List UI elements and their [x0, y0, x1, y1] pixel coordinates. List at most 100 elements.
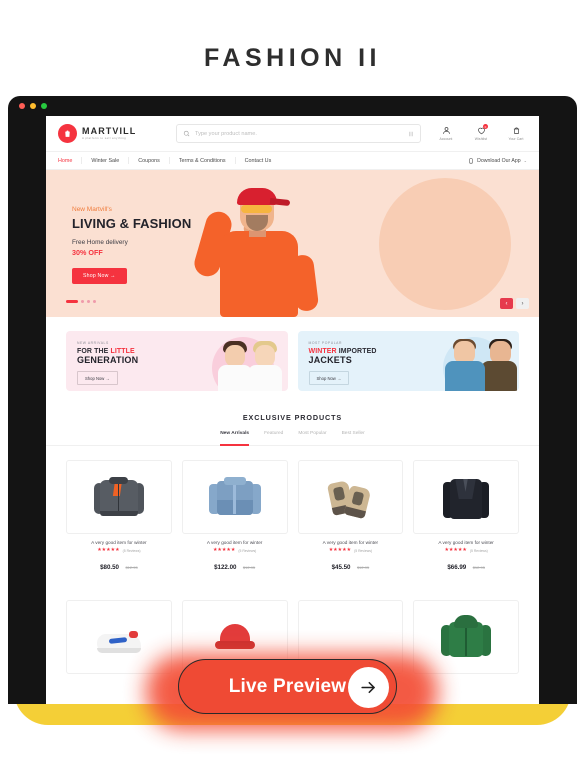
product-rating: ★★★★★ (5 Reviews) — [413, 548, 519, 553]
browser-titlebar — [8, 96, 577, 116]
page-title: FASHION II — [204, 44, 381, 72]
promo-banner-jackets[interactable]: MOST POPULAR WINTER IMPORTED JACKETS Sho… — [297, 331, 519, 391]
product-image[interactable] — [297, 460, 404, 534]
tab-most-popular[interactable]: Most Popular — [298, 431, 326, 440]
black-blazer-icon — [440, 470, 492, 524]
promo-line1-accent: WINTER — [308, 348, 337, 355]
shopping-bag-icon — [58, 124, 77, 143]
product-card[interactable]: A very good item for winter ★★★★★ (5 Rev… — [181, 460, 288, 574]
product-card[interactable]: A very good item for winter ★★★★★ (5 Rev… — [297, 460, 404, 574]
carousel-dot[interactable] — [81, 300, 84, 303]
tab-new-arrivals[interactable]: New Arrivals — [220, 431, 249, 446]
product-name: A very good item for winter — [322, 540, 379, 545]
product-price-row: $66.99 $12.95 — [413, 556, 519, 574]
cart-button[interactable]: Your Cart — [505, 126, 527, 141]
tab-best-seller[interactable]: Best Seller — [342, 431, 365, 440]
arrow-right-icon[interactable] — [348, 666, 389, 708]
header-actions: Account 0 Wishlist Your Cart — [435, 124, 527, 141]
promo-banners: NEW ARRIVALS FOR THE LITTLE GENERATION S… — [46, 317, 539, 391]
promo-line1: WINTER IMPORTED — [309, 348, 377, 355]
white-sneaker-icon — [93, 610, 145, 664]
download-app-button[interactable]: Download Our App ⌄ — [468, 158, 527, 164]
product-rating: ★★★★★ (5 Reviews) — [182, 548, 288, 553]
promo-line1-prefix: FOR THE — [77, 348, 111, 355]
stars: ★★★★★ — [97, 547, 120, 553]
live-preview-label: Live Preview — [228, 675, 347, 697]
product-grid-row-1: A very good item for winter ★★★★★ (5 Rev… — [46, 446, 539, 574]
bomber-jacket-icon — [93, 470, 145, 524]
logo-tagline: A platform to sell anything — [82, 136, 127, 141]
section-title: EXCLUSIVE PRODUCTS — [242, 413, 343, 422]
product-price-row: $45.50 $12.95 — [298, 556, 404, 574]
logo-name: MARTVILL — [82, 125, 137, 136]
product-card[interactable] — [66, 600, 172, 674]
window-close-dot[interactable] — [19, 103, 25, 109]
product-name: A very good item for winter — [91, 540, 147, 545]
nav-link-home[interactable]: Home — [58, 158, 81, 164]
review-count: (5 Reviews) — [122, 548, 141, 553]
product-image[interactable] — [66, 600, 172, 674]
product-price: $122.00 — [214, 564, 237, 571]
product-image[interactable] — [413, 600, 519, 674]
tab-featured[interactable]: Featured — [264, 431, 283, 440]
product-image[interactable] — [413, 460, 519, 534]
window-minimize-dot[interactable] — [30, 103, 36, 109]
window-maximize-dot[interactable] — [41, 103, 47, 109]
product-image[interactable] — [66, 460, 172, 534]
chevron-down-icon: ⌄ — [523, 158, 527, 163]
download-app-label: Download Our App — [477, 157, 521, 164]
product-price: $66.99 — [447, 564, 467, 571]
carousel-dot-active[interactable] — [66, 300, 78, 303]
cart-label: Your Cart — [508, 136, 524, 141]
promo-line1-suffix: IMPORTED — [336, 348, 377, 355]
stars: ★★★★★ — [212, 547, 236, 553]
nav-link-contact[interactable]: Contact Us — [236, 158, 281, 164]
nav-link-winter-sale[interactable]: Winter Sale — [82, 158, 128, 164]
product-old-price: $12.95 — [472, 565, 485, 570]
product-card[interactable]: A very good item for winter ★★★★★ (5 Rev… — [413, 460, 519, 574]
user-icon — [442, 127, 450, 135]
review-count: (5 Reviews) — [354, 548, 373, 553]
live-preview-button[interactable]: Live Preview — [178, 659, 397, 714]
product-old-price: $12.95 — [242, 565, 256, 570]
hero-title: LIVING & FASHION — [72, 216, 192, 231]
product-old-price: $12.95 — [125, 565, 138, 570]
screenshot-root: FASHION II MARTVILL A platform to sell a… — [0, 0, 585, 784]
browser-window-frame: MARTVILL A platform to sell anything Typ… — [8, 96, 577, 704]
stars: ★★★★★ — [328, 547, 352, 553]
hero-subtitle: Free Home delivery — [72, 239, 128, 246]
promo-banner-kids[interactable]: NEW ARRIVALS FOR THE LITTLE GENERATION S… — [66, 331, 288, 391]
carousel-dots[interactable] — [66, 300, 96, 303]
product-name: A very good item for winter — [206, 540, 263, 545]
product-price-row: $122.00 $12.95 — [182, 556, 288, 574]
promo-line1-accent: LITTLE — [110, 348, 135, 355]
hero-shop-now-button[interactable]: Shop Now → — [72, 268, 127, 284]
promo-shop-now-button[interactable]: Shop Now → — [77, 371, 118, 385]
product-name: A very good item for winter — [438, 540, 494, 545]
product-card[interactable]: A very good item for winter ★★★★★ (5 Rev… — [66, 460, 172, 574]
promo-shop-now-button[interactable]: Shop Now → — [308, 371, 350, 385]
product-image[interactable] — [181, 460, 288, 534]
product-card[interactable] — [413, 600, 519, 674]
carousel-prev-button[interactable]: ‹ — [500, 298, 513, 309]
wishlist-button[interactable]: 0 Wishlist — [470, 124, 492, 141]
review-count: (5 Reviews) — [469, 548, 488, 553]
carousel-next-button[interactable]: › — [516, 298, 529, 309]
account-button[interactable]: Account — [435, 126, 457, 141]
hero-discount: 30% OFF — [72, 248, 103, 257]
promo-line2: JACKETS — [308, 355, 352, 365]
search-placeholder: Type your product name. — [195, 130, 257, 137]
nav-link-coupons[interactable]: Coupons — [129, 158, 169, 164]
site-logo[interactable]: MARTVILL A platform to sell anything — [58, 124, 162, 143]
carousel-dot[interactable] — [87, 300, 90, 303]
product-rating: ★★★★★ (5 Reviews) — [298, 548, 404, 553]
search-input[interactable]: Type your product name. — [176, 124, 421, 143]
site-header: MARTVILL A platform to sell anything Typ… — [46, 116, 539, 152]
promo-line1: FOR THE LITTLE — [77, 348, 138, 355]
product-rating: ★★★★★ (5 Reviews) — [66, 548, 172, 553]
nav-link-terms[interactable]: Terms & Conditions — [170, 158, 235, 164]
filter-icon[interactable] — [408, 131, 414, 137]
carousel-dot[interactable] — [93, 300, 96, 303]
hero-model-image — [191, 177, 332, 317]
mobile-icon — [469, 157, 473, 164]
